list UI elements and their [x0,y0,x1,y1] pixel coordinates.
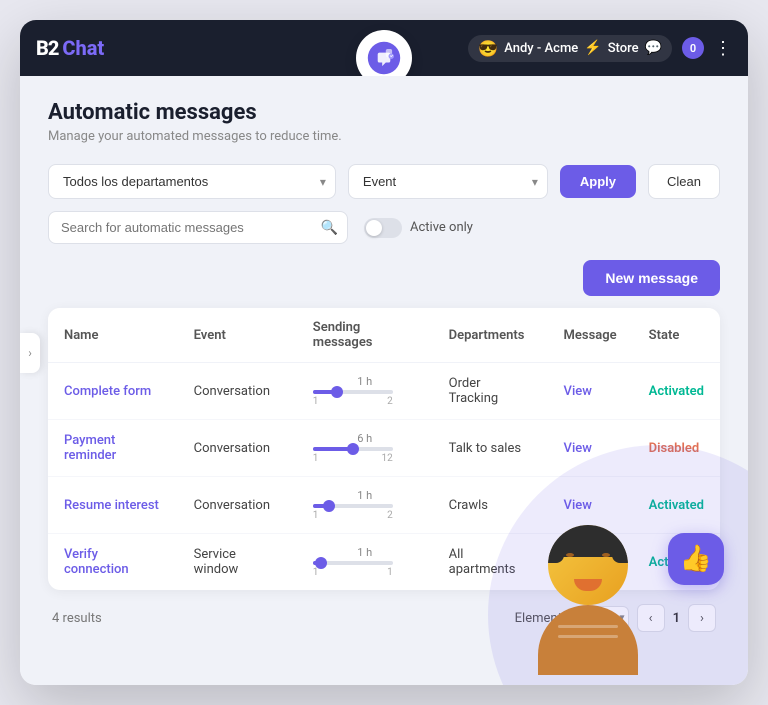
kebab-menu-icon[interactable]: ⋮ [714,38,732,59]
cell-sending-2: 1 h 12 [297,477,433,534]
navbar: B2Chat 😎 Andy - Acme ⚡ Store 💬 0 ⋮ [20,20,748,76]
chat-icon [366,40,402,76]
event-select-wrapper: Event ▾ [348,164,548,199]
event-select[interactable]: Event [348,164,548,199]
clean-button[interactable]: Clean [648,164,720,199]
cell-message-3: View [548,534,633,591]
slider-track-3[interactable] [313,561,393,565]
cell-name-0: Complete form [48,363,178,420]
store-label: Store [608,41,639,56]
active-only-label: Active only [410,220,473,235]
table-row: Verify connection Service window 1 h 11 … [48,534,720,591]
logo: B2Chat [36,36,104,60]
per-page-select[interactable]: 50 10 25 100 [577,606,629,631]
new-message-button[interactable]: New message [583,260,720,296]
page-subtitle: Manage your automated messages to reduce… [48,129,720,144]
notification-badge[interactable]: 0 [682,37,704,59]
cell-message-2: View [548,477,633,534]
col-name: Name [48,308,178,363]
table-row: Complete form Conversation 1 h 12 Order … [48,363,720,420]
cell-event-0: Conversation [178,363,297,420]
results-count: 4 results [52,611,102,626]
col-sending: Sending messages [297,308,433,363]
search-row: 🔍 Active only [48,211,720,244]
cell-sending-0: 1 h 12 [297,363,433,420]
page-title: Automatic messages [48,100,720,125]
shirt-stripe2 [558,635,618,638]
cell-state-0: Activated [633,363,720,420]
department-select[interactable]: Todos los departamentos [48,164,336,199]
slider-track-2[interactable] [313,504,393,508]
slider-track-0[interactable] [313,390,393,394]
cell-message-0: View [548,363,633,420]
logo-b2: B2 [36,36,58,60]
cell-sending-3: 1 h 11 [297,534,433,591]
cell-event-3: Service window [178,534,297,591]
cell-message-1: View [548,420,633,477]
new-message-row: New message [48,260,720,296]
elements-label: Elements [515,611,569,626]
table-row: Resume interest Conversation 1 h 12 Craw… [48,477,720,534]
message-name-link-1[interactable]: Payment reminder [64,433,116,463]
thumbs-up-icon: 👍 [680,544,712,574]
table-footer: 4 results Elements 50 10 25 100 ▾ ‹ 1 › [48,590,720,632]
cell-sending-1: 6 h 112 [297,420,433,477]
main-content: Automatic messages Manage your automated… [20,76,748,685]
prev-page-button[interactable]: ‹ [637,604,665,632]
cell-dept-0: Order Tracking [433,363,548,420]
table-row: Payment reminder Conversation 6 h 112 Ta… [48,420,720,477]
view-link-0[interactable]: View [564,384,592,399]
store-lightning-icon: ⚡ [584,40,601,56]
cell-dept-3: All apartments [433,534,548,591]
sidebar-toggle[interactable]: › [20,333,40,373]
cell-state-2: Activated [633,477,720,534]
active-only-toggle[interactable] [364,218,402,238]
state-badge-2: Activated [649,498,704,513]
logo-chat: Chat [62,36,104,60]
cell-name-1: Payment reminder [48,420,178,477]
col-state: State [633,308,720,363]
col-departments: Departments [433,308,548,363]
slider-track-1[interactable] [313,447,393,451]
cell-state-1: Disabled [633,420,720,477]
pagination: Elements 50 10 25 100 ▾ ‹ 1 › [515,604,716,632]
col-event: Event [178,308,297,363]
toggle-knob [366,220,382,236]
cell-dept-1: Talk to sales [433,420,548,477]
cell-event-1: Conversation [178,420,297,477]
view-link-1[interactable]: View [564,441,592,456]
search-wrapper: 🔍 [48,211,348,244]
view-link-2[interactable]: View [564,498,592,513]
current-page: 1 [673,611,680,626]
message-name-link-3[interactable]: Verify connection [64,547,129,577]
view-link-3[interactable]: View [564,555,592,570]
apply-button[interactable]: Apply [560,165,636,198]
user-info[interactable]: 😎 Andy - Acme ⚡ Store 💬 [468,35,672,62]
state-badge-1: Disabled [649,441,700,456]
col-message: Message [548,308,633,363]
next-page-button[interactable]: › [688,604,716,632]
cell-dept-2: Crawls [433,477,548,534]
state-badge-0: Activated [649,384,704,399]
like-bubble: 👍 [668,533,724,585]
message-name-link-2[interactable]: Resume interest [64,498,159,513]
search-icon: 🔍 [321,220,338,236]
chevron-right-icon: › [28,346,32,360]
filter-row: Todos los departamentos ▾ Event ▾ Apply … [48,164,720,199]
message-name-link-0[interactable]: Complete form [64,384,151,399]
department-select-wrapper: Todos los departamentos ▾ [48,164,336,199]
message-icon: 💬 [645,40,662,56]
user-name: Andy - Acme [504,41,578,56]
table-container: Name Event Sending messages Departments … [48,308,720,590]
messages-table: Name Event Sending messages Departments … [48,308,720,590]
page-header: Automatic messages Manage your automated… [48,100,720,144]
search-input[interactable] [48,211,348,244]
cell-name-2: Resume interest [48,477,178,534]
user-emoji: 😎 [478,39,498,58]
cell-event-2: Conversation [178,477,297,534]
active-only-toggle-row: Active only [364,218,473,238]
table-header-row: Name Event Sending messages Departments … [48,308,720,363]
cell-name-3: Verify connection [48,534,178,591]
navbar-right: 😎 Andy - Acme ⚡ Store 💬 0 ⋮ [468,35,732,62]
